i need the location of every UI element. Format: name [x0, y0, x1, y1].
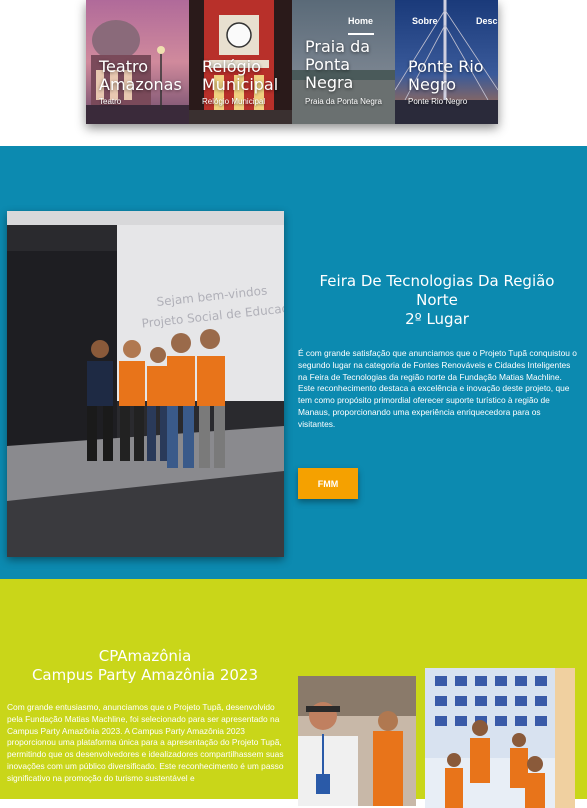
campus-photo-2-image: [425, 668, 575, 808]
feira-section: Sejam bem-vindos Projeto Social de Educa…: [0, 146, 587, 579]
feira-title-line1: Feira De Tecnologias Da Região Norte: [319, 272, 555, 309]
tile-subtitle: Teatro: [99, 97, 122, 106]
feira-title-line2: 2º Lugar: [405, 310, 469, 328]
feira-description: É com grande satisfação que anunciamos q…: [298, 348, 577, 429]
campus-title-line1: CPAmazônia: [98, 647, 192, 665]
campus-description: Com grande entusiasmo, anunciamos que o …: [7, 702, 284, 783]
campus-title: CPAmazônia Campus Party Amazônia 2023: [10, 647, 280, 685]
tile-title: Teatro Amazonas: [99, 57, 182, 94]
feira-photo: Sejam bem-vindos Projeto Social de Educa…: [7, 211, 284, 557]
nav-active-underline: [348, 33, 374, 35]
tile-subtitle: Relógio Municipal: [202, 97, 266, 106]
tile-subtitle: Praia da Ponta Negra: [305, 97, 382, 106]
feira-photo-image: Sejam bem-vindos Projeto Social de Educa…: [7, 211, 284, 557]
tile-subtitle: Ponte Rio Negro: [408, 97, 468, 106]
fmm-button[interactable]: FMM: [298, 468, 358, 499]
nav-home-link[interactable]: Home: [348, 16, 373, 26]
nav-desc-link[interactable]: Desc: [476, 16, 498, 26]
campus-title-line2: Campus Party Amazônia 2023: [31, 666, 259, 684]
tile-title: Praia da Ponta Negra: [305, 37, 371, 92]
nav-sobre-link[interactable]: Sobre: [412, 16, 438, 26]
campus-photo-1: [298, 676, 416, 806]
tile-title: Ponte Rio Negro: [408, 57, 484, 94]
top-nav: Home Sobre Desc: [86, 0, 498, 40]
gallery-carousel: Teatro Amazonas Teatro Relógio Municipal…: [86, 0, 498, 124]
tile-title: Relógio Municipal: [202, 57, 279, 94]
campus-photo-2: [425, 668, 575, 808]
feira-title: Feira De Tecnologias Da Região Norte 2º …: [300, 272, 574, 329]
campus-photo-1-image: [298, 676, 416, 806]
campus-section: CPAmazônia Campus Party Amazônia 2023 Co…: [0, 579, 587, 808]
